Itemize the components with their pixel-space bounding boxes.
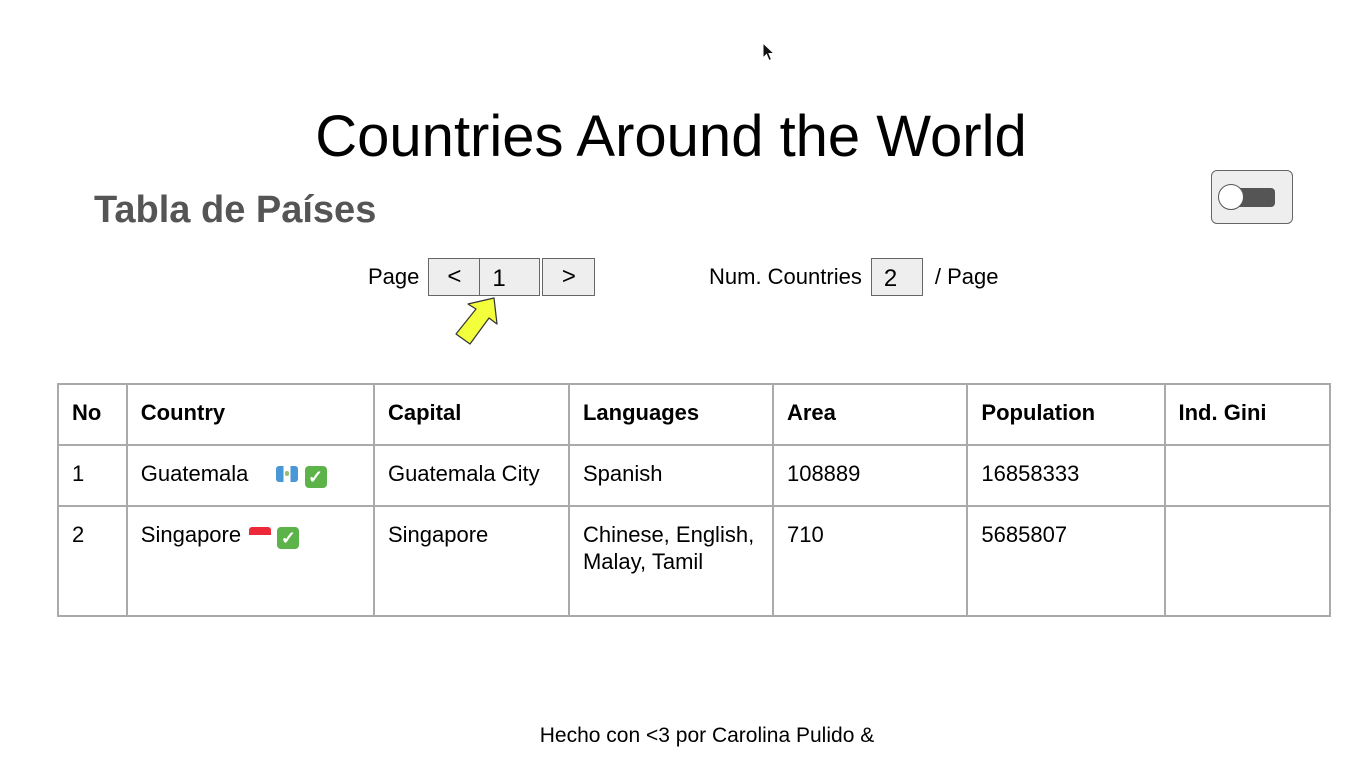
cell-country: Singapore ✓ (125, 505, 375, 617)
check-mark-icon: ✓ (277, 527, 300, 549)
num-countries-label: Num. Countries (709, 264, 862, 289)
column-header-country: Country (125, 383, 375, 446)
cell-capital: Singapore (372, 505, 570, 617)
cell-area: 710 (771, 505, 969, 617)
next-page-button[interactable]: > (542, 258, 596, 296)
column-header-capital: Capital (372, 383, 570, 446)
cell-country: Guatemala ✓ (125, 444, 375, 507)
pagination-controls: Page < > (368, 258, 596, 296)
cell-area: 108889 (771, 444, 969, 507)
table-header-row: No Country Capital Languages Area Popula… (57, 383, 1331, 446)
toggle-knob (1218, 184, 1244, 210)
mouse-cursor-icon (762, 42, 776, 62)
footer-credits: Hecho con <3 por Carolina Pulido & (539, 724, 875, 747)
cell-capital: Guatemala City (372, 444, 570, 507)
column-header-gini: Ind. Gini (1163, 383, 1331, 446)
singapore-flag-icon (249, 527, 272, 543)
column-header-no: No (57, 383, 128, 446)
page-title: Countries Around the World (315, 104, 1027, 169)
guatemala-flag-icon (276, 466, 299, 482)
country-name: Guatemala (140, 461, 249, 486)
page-subtitle: Tabla de Países (94, 189, 377, 231)
column-header-population: Population (966, 383, 1166, 446)
table-row: 1 Guatemala ✓ Guatemala City Spanish 108… (57, 444, 1331, 507)
countries-table: No Country Capital Languages Area Popula… (57, 383, 1331, 617)
country-name: Singapore (140, 522, 242, 547)
prev-page-button[interactable]: < (428, 258, 481, 296)
page-label: Page (368, 264, 420, 289)
cell-population: 5685807 (966, 505, 1166, 617)
per-page-suffix: / Page (934, 264, 999, 289)
theme-toggle[interactable] (1211, 170, 1293, 224)
cell-population: 16858333 (966, 444, 1166, 507)
num-countries-input[interactable] (870, 258, 923, 296)
page-number-input[interactable] (479, 258, 541, 296)
cell-no: 1 (57, 444, 128, 507)
check-mark-icon: ✓ (304, 466, 327, 488)
cell-no: 2 (57, 505, 128, 617)
table-row: 2 Singapore ✓ Singapore Chinese, English… (57, 505, 1331, 617)
cell-languages: Spanish (567, 444, 774, 507)
column-header-area: Area (771, 383, 969, 446)
pointer-arrow-icon (455, 297, 498, 345)
cell-languages: Chinese, English, Malay, Tamil (567, 505, 774, 617)
per-page-controls: Num. Countries / Page (709, 258, 998, 296)
cell-gini (1163, 444, 1331, 507)
cell-gini (1163, 505, 1331, 617)
column-header-languages: Languages (567, 383, 774, 446)
